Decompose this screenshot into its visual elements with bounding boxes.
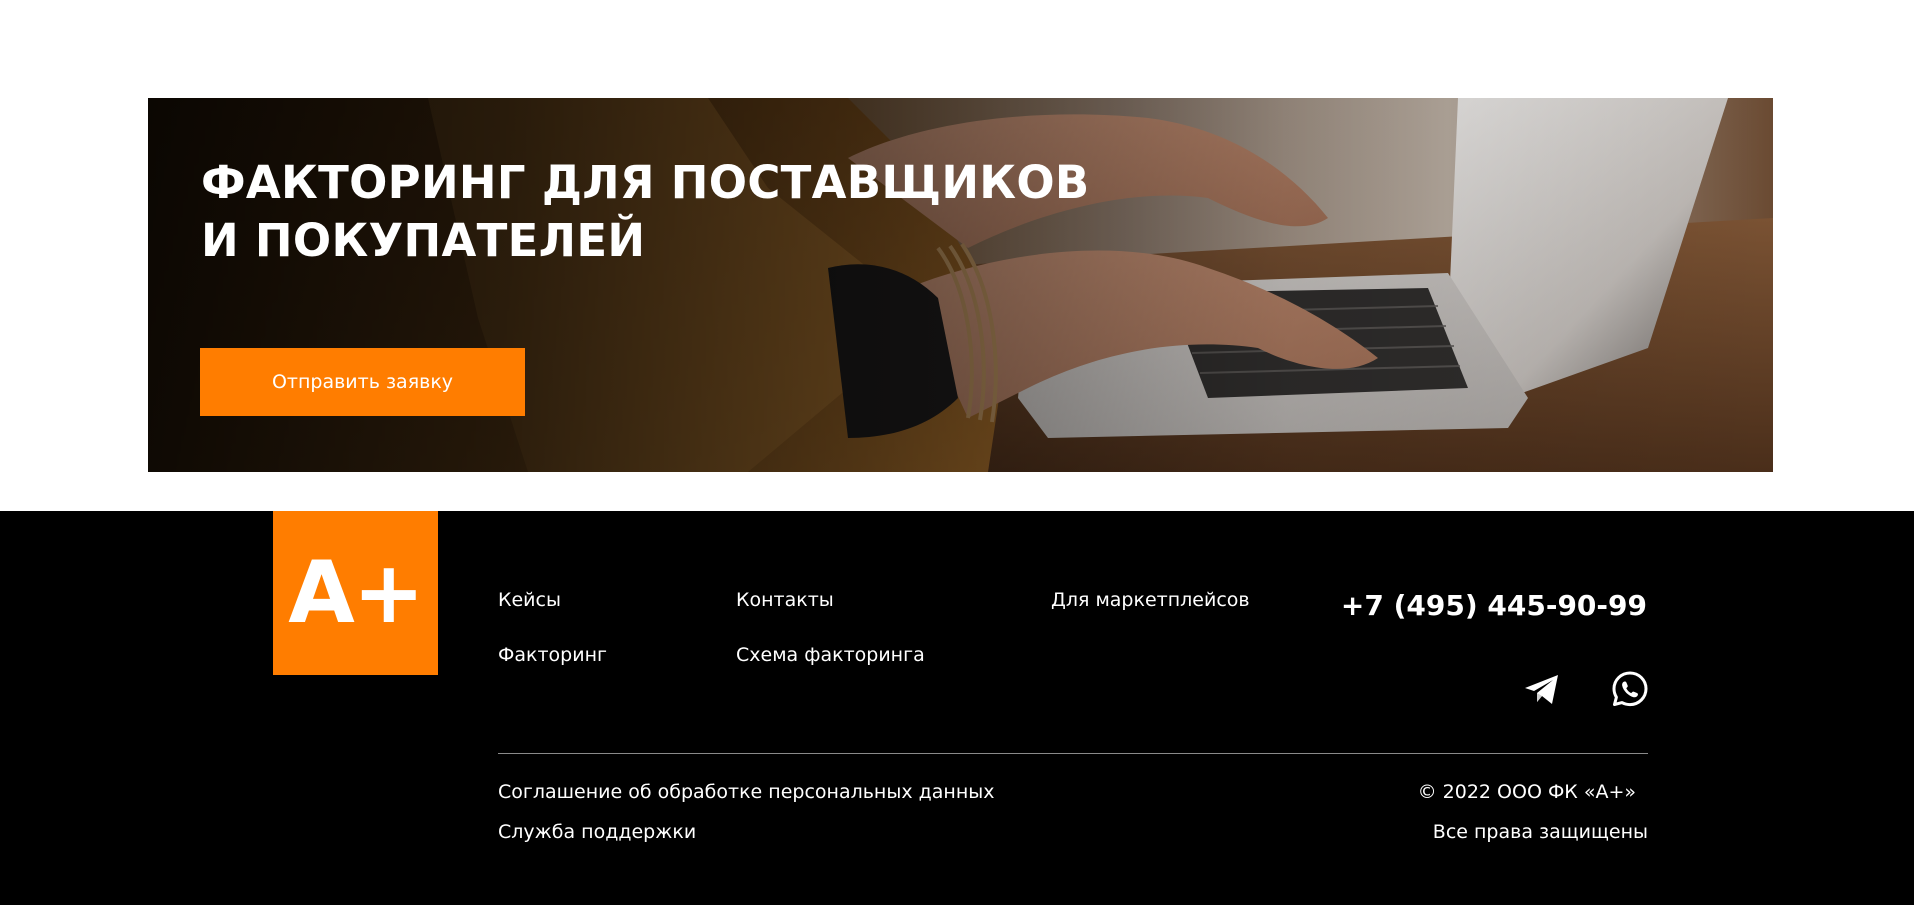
whatsapp-icon[interactable] [1609,668,1651,710]
hero-title-line-2: И ПОКУПАТЕЛЕЙ [201,214,646,267]
footer-link-factoring[interactable]: Факторинг [498,644,607,666]
copyright-text: © 2022 ООО ФК «А+» [1417,781,1636,803]
footer-divider [498,753,1648,754]
phone-number[interactable]: +7 (495) 445-90-99 [1341,589,1647,622]
hero-title-line-1: ФАКТОРИНГ ДЛЯ ПОСТАВЩИКОВ [201,156,1090,209]
footer-link-contacts[interactable]: Контакты [736,589,834,611]
footer-link-marketplaces[interactable]: Для маркетплейсов [1051,589,1250,611]
site-footer: A+ Кейсы Контакты Для маркетплейсов Факт… [0,511,1914,905]
footer-link-factoring-scheme[interactable]: Схема факторинга [736,644,925,666]
personal-data-agreement-link[interactable]: Соглашение об обработке персональных дан… [498,781,995,803]
submit-application-button[interactable]: Отправить заявку [200,348,525,416]
telegram-icon[interactable] [1521,668,1563,710]
company-logo[interactable]: A+ [273,511,438,675]
hero-title: ФАКТОРИНГ ДЛЯ ПОСТАВЩИКОВ И ПОКУПАТЕЛЕЙ [201,154,1090,270]
hero-banner: ФАКТОРИНГ ДЛЯ ПОСТАВЩИКОВ И ПОКУПАТЕЛЕЙ … [148,98,1773,472]
all-rights-reserved-text: Все права защищены [1432,821,1648,843]
footer-link-cases[interactable]: Кейсы [498,589,561,611]
support-service-link[interactable]: Служба поддержки [498,821,696,843]
